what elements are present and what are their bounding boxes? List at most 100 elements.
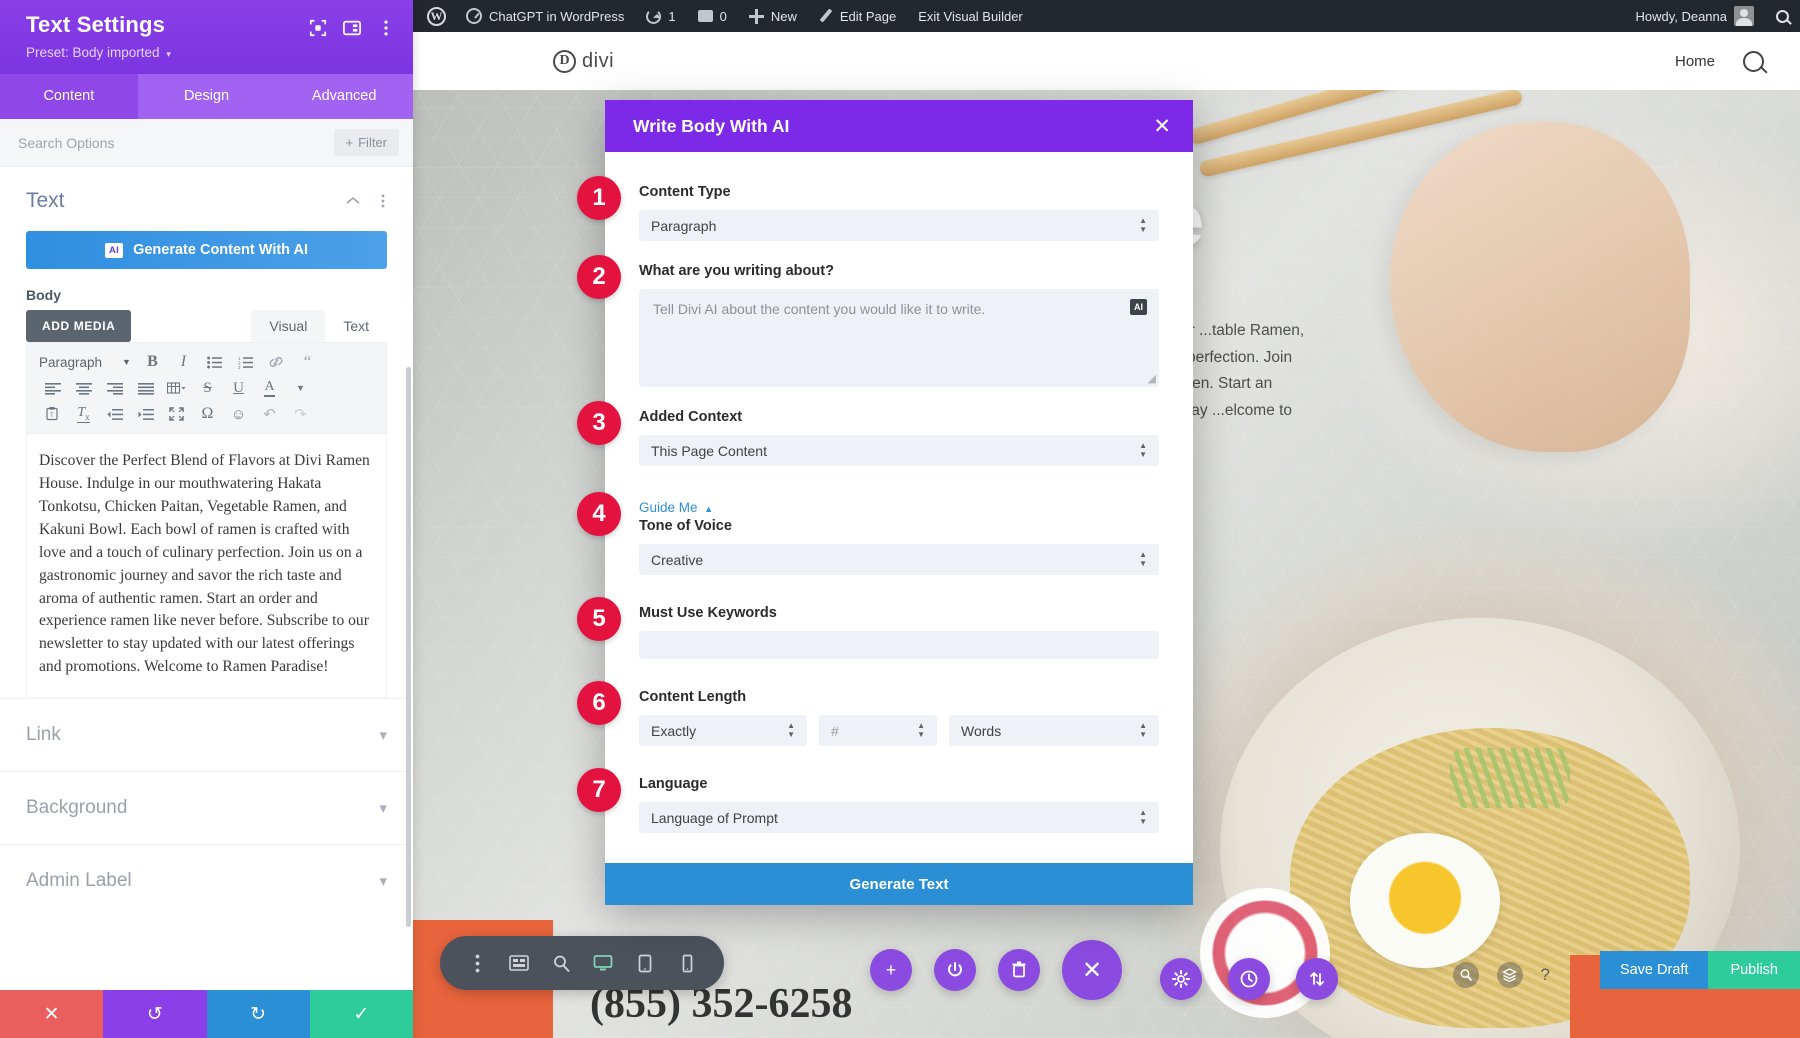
align-right-icon[interactable] [99, 375, 130, 401]
close-icon[interactable]: ✕ [1153, 116, 1171, 137]
discard-button[interactable]: ✕ [0, 990, 104, 1038]
tab-visual[interactable]: Visual [251, 310, 326, 342]
redo-icon[interactable]: ↷ [285, 401, 316, 427]
chevron-down-icon: ▾ [379, 800, 387, 818]
content-type-select[interactable]: Paragraph ▲ ▼ [639, 210, 1159, 241]
portability-button[interactable] [1296, 958, 1338, 1000]
undo-icon[interactable]: ↶ [254, 401, 285, 427]
chevron-down-icon: ▾ [166, 49, 171, 59]
indent-icon[interactable] [130, 401, 161, 427]
numbered-list-icon[interactable]: 123 [230, 349, 261, 375]
filter-button[interactable]: + Filter [333, 129, 399, 156]
adminbar-updates-count: 1 [668, 8, 676, 24]
adminbar-new-item[interactable]: New [738, 0, 808, 32]
search-icon[interactable] [1743, 50, 1764, 72]
more-vertical-icon[interactable] [377, 19, 395, 37]
resize-grip-icon[interactable]: ◢ [1148, 372, 1156, 385]
content-length-mode-select[interactable]: Exactly ▲ ▼ [639, 715, 807, 746]
bulleted-list-icon[interactable] [199, 349, 230, 375]
adminbar-updates-item[interactable]: 1 [635, 0, 686, 32]
publish-button[interactable]: Publish [1708, 951, 1800, 989]
undo-button[interactable]: ↺ [103, 990, 207, 1038]
must-use-keywords-input[interactable] [639, 631, 1159, 659]
link-icon[interactable] [261, 349, 292, 375]
outdent-icon[interactable] [99, 401, 130, 427]
format-select[interactable]: Paragraph ▼ [37, 355, 137, 370]
strikethrough-icon[interactable]: S [192, 375, 223, 401]
body-text-editor[interactable]: Discover the Perfect Blend of Flavors at… [26, 434, 387, 699]
adminbar-exit-visual-builder[interactable]: Exit Visual Builder [907, 0, 1034, 32]
accordion-background[interactable]: Background ▾ [0, 771, 413, 844]
guide-me-link[interactable]: Guide Me ▲ [639, 500, 1159, 515]
panel-scrollbar[interactable] [406, 367, 411, 927]
adminbar-comments-item[interactable]: 0 [687, 0, 738, 32]
phone-icon[interactable] [668, 944, 706, 982]
wireframe-icon[interactable] [500, 944, 538, 982]
delete-button[interactable] [998, 949, 1040, 991]
paste-as-text-icon[interactable]: T [37, 401, 68, 427]
more-vertical-icon[interactable] [458, 944, 496, 982]
table-icon[interactable] [161, 375, 192, 401]
history-clock-button[interactable] [1228, 958, 1270, 1000]
italic-icon[interactable]: I [168, 349, 199, 375]
special-character-icon[interactable]: Ω [192, 401, 223, 427]
adminbar-search-item[interactable] [1765, 0, 1800, 32]
panel-preset-selector[interactable]: Preset: Body imported ▾ [26, 45, 171, 60]
ai-chip-icon[interactable]: AI [1130, 299, 1147, 315]
tablet-icon[interactable] [626, 944, 664, 982]
align-left-icon[interactable] [37, 375, 68, 401]
chevron-down-icon[interactable]: ▼ [285, 375, 316, 401]
prompt-textarea[interactable]: Tell Divi AI about the content you would… [639, 289, 1159, 387]
content-length-number-input[interactable]: # ▲ ▼ [819, 715, 937, 746]
more-vertical-icon[interactable] [375, 193, 391, 209]
tab-advanced[interactable]: Advanced [275, 74, 414, 119]
accordion-link[interactable]: Link ▾ [0, 698, 413, 771]
power-toggle-button[interactable] [934, 949, 976, 991]
adminbar-wordpress-logo[interactable]: W [413, 0, 455, 32]
language-select[interactable]: Language of Prompt ▲ ▼ [639, 802, 1159, 833]
tab-content[interactable]: Content [0, 74, 138, 119]
updates-refresh-icon [646, 8, 662, 24]
underline-icon[interactable]: U [223, 375, 254, 401]
search-icon[interactable] [1452, 962, 1479, 988]
redo-button[interactable]: ↻ [206, 990, 310, 1038]
content-length-label: Content Length [639, 689, 747, 705]
fullscreen-icon[interactable] [161, 401, 192, 427]
bold-icon[interactable]: B [137, 349, 168, 375]
zoom-icon[interactable] [542, 944, 580, 982]
generate-text-button[interactable]: Generate Text [605, 863, 1193, 905]
body-field-label: Body [26, 287, 61, 303]
search-options-input[interactable]: Search Options [18, 135, 115, 151]
adminbar-edit-page-item[interactable]: Edit Page [808, 0, 907, 32]
layout-columns-icon[interactable] [343, 19, 361, 37]
content-length-unit-select[interactable]: Words ▲ ▼ [949, 715, 1159, 746]
tone-of-voice-select[interactable]: Creative ▲ ▼ [639, 544, 1159, 575]
adminbar-chatgpt-item[interactable]: ChatGPT in WordPress [455, 0, 635, 32]
text-color-icon[interactable]: A [254, 375, 285, 401]
blockquote-icon[interactable]: “ [292, 349, 323, 375]
clear-formatting-icon[interactable]: Tx [68, 401, 99, 427]
added-context-select[interactable]: This Page Content ▲ ▼ [639, 435, 1159, 466]
add-media-button[interactable]: ADD MEDIA [26, 310, 132, 342]
desktop-icon[interactable] [584, 944, 622, 982]
save-button[interactable]: ✓ [309, 990, 413, 1038]
accordion-admin-label[interactable]: Admin Label ▾ [0, 844, 413, 917]
layers-icon[interactable] [1496, 962, 1523, 988]
close-builder-button[interactable]: ✕ [1062, 940, 1122, 1000]
add-section-button[interactable]: + [870, 949, 912, 991]
align-justify-icon[interactable] [130, 375, 161, 401]
focus-target-icon[interactable] [309, 19, 327, 37]
plus-icon: + [345, 135, 354, 150]
settings-gear-button[interactable] [1160, 958, 1202, 1000]
adminbar-account-item[interactable]: Howdy, Deanna [1624, 0, 1765, 32]
save-draft-button[interactable]: Save Draft [1599, 951, 1709, 989]
help-icon[interactable]: ? [1541, 965, 1550, 985]
site-logo[interactable]: D divi [553, 49, 614, 73]
chevron-up-icon[interactable] [345, 193, 361, 209]
generate-content-with-ai-button[interactable]: AI Generate Content With AI [26, 231, 387, 269]
emoji-icon[interactable]: ☺ [223, 401, 254, 427]
align-center-icon[interactable] [68, 375, 99, 401]
tab-text[interactable]: Text [325, 310, 387, 342]
tab-design[interactable]: Design [137, 74, 276, 119]
nav-item-home[interactable]: Home [1675, 53, 1715, 70]
